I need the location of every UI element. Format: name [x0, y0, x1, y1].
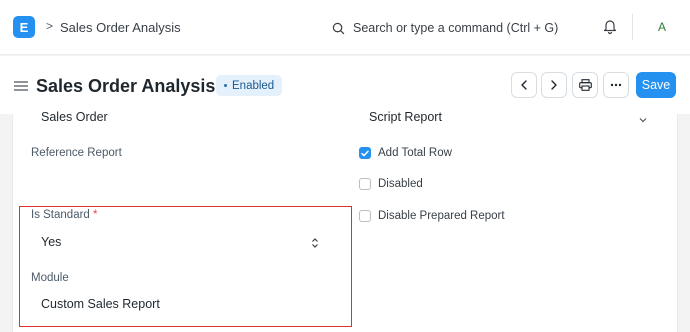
checkbox-unchecked[interactable]	[359, 210, 371, 222]
required-asterisk: *	[93, 209, 98, 221]
select-updown-icon	[312, 238, 318, 248]
checkbox-label: Add Total Row	[378, 147, 452, 159]
checkbox-unchecked[interactable]	[359, 178, 371, 190]
report-form: Sales Order Script Report Reference Repo…	[12, 110, 678, 332]
disable-prepared-report-checkbox[interactable]: Disable Prepared Report	[359, 210, 505, 222]
breadcrumb-separator-icon: >	[46, 19, 54, 33]
checkbox-label: Disabled	[378, 178, 423, 190]
chevron-left-icon	[521, 80, 527, 90]
next-doc-button[interactable]	[541, 72, 567, 98]
status-badge: Enabled	[216, 75, 283, 96]
chevron-right-icon	[551, 80, 557, 90]
report-type-select[interactable]: Script Report	[369, 110, 442, 124]
more-dots-icon	[610, 83, 622, 87]
is-standard-label: Is Standard *	[31, 209, 98, 221]
checkbox-checked[interactable]	[359, 147, 371, 159]
chevron-down-icon	[639, 118, 647, 123]
module-label: Module	[31, 272, 69, 284]
breadcrumb-link[interactable]: Sales Order Analysis	[60, 20, 181, 35]
check-icon	[361, 150, 369, 156]
page-head: Sales Order Analysis Enabled Save	[0, 56, 690, 114]
save-button[interactable]: Save	[636, 72, 676, 98]
user-avatar[interactable]: A	[652, 17, 672, 37]
sidebar-toggle-icon[interactable]	[14, 81, 28, 91]
navbar-divider	[632, 14, 633, 40]
reference-report-label: Reference Report	[31, 147, 122, 159]
app-logo[interactable]: E	[13, 16, 35, 38]
previous-doc-button[interactable]	[511, 72, 537, 98]
status-dot-icon	[224, 84, 227, 87]
is-standard-label-text: Is Standard	[31, 209, 90, 221]
status-badge-label: Enabled	[232, 79, 275, 92]
print-button[interactable]	[572, 72, 598, 98]
ref-doctype-select[interactable]: Sales Order	[41, 110, 108, 124]
is-standard-select[interactable]: Yes	[41, 235, 61, 249]
page-title: Sales Order Analysis	[36, 76, 216, 96]
more-menu-button[interactable]	[603, 72, 629, 98]
navbar: E > Sales Order Analysis Search or type …	[0, 0, 690, 55]
checkbox-label: Disable Prepared Report	[378, 210, 505, 222]
disabled-checkbox[interactable]: Disabled	[359, 178, 423, 190]
printer-icon	[578, 79, 592, 91]
module-field[interactable]: Custom Sales Report	[41, 297, 160, 311]
search-icon	[332, 22, 345, 34]
search-placeholder: Search or type a command (Ctrl + G)	[353, 21, 559, 35]
notification-bell-icon[interactable]	[602, 18, 618, 35]
search-bar[interactable]: Search or type a command (Ctrl + G)	[324, 14, 608, 42]
add-total-row-checkbox[interactable]: Add Total Row	[359, 147, 452, 159]
